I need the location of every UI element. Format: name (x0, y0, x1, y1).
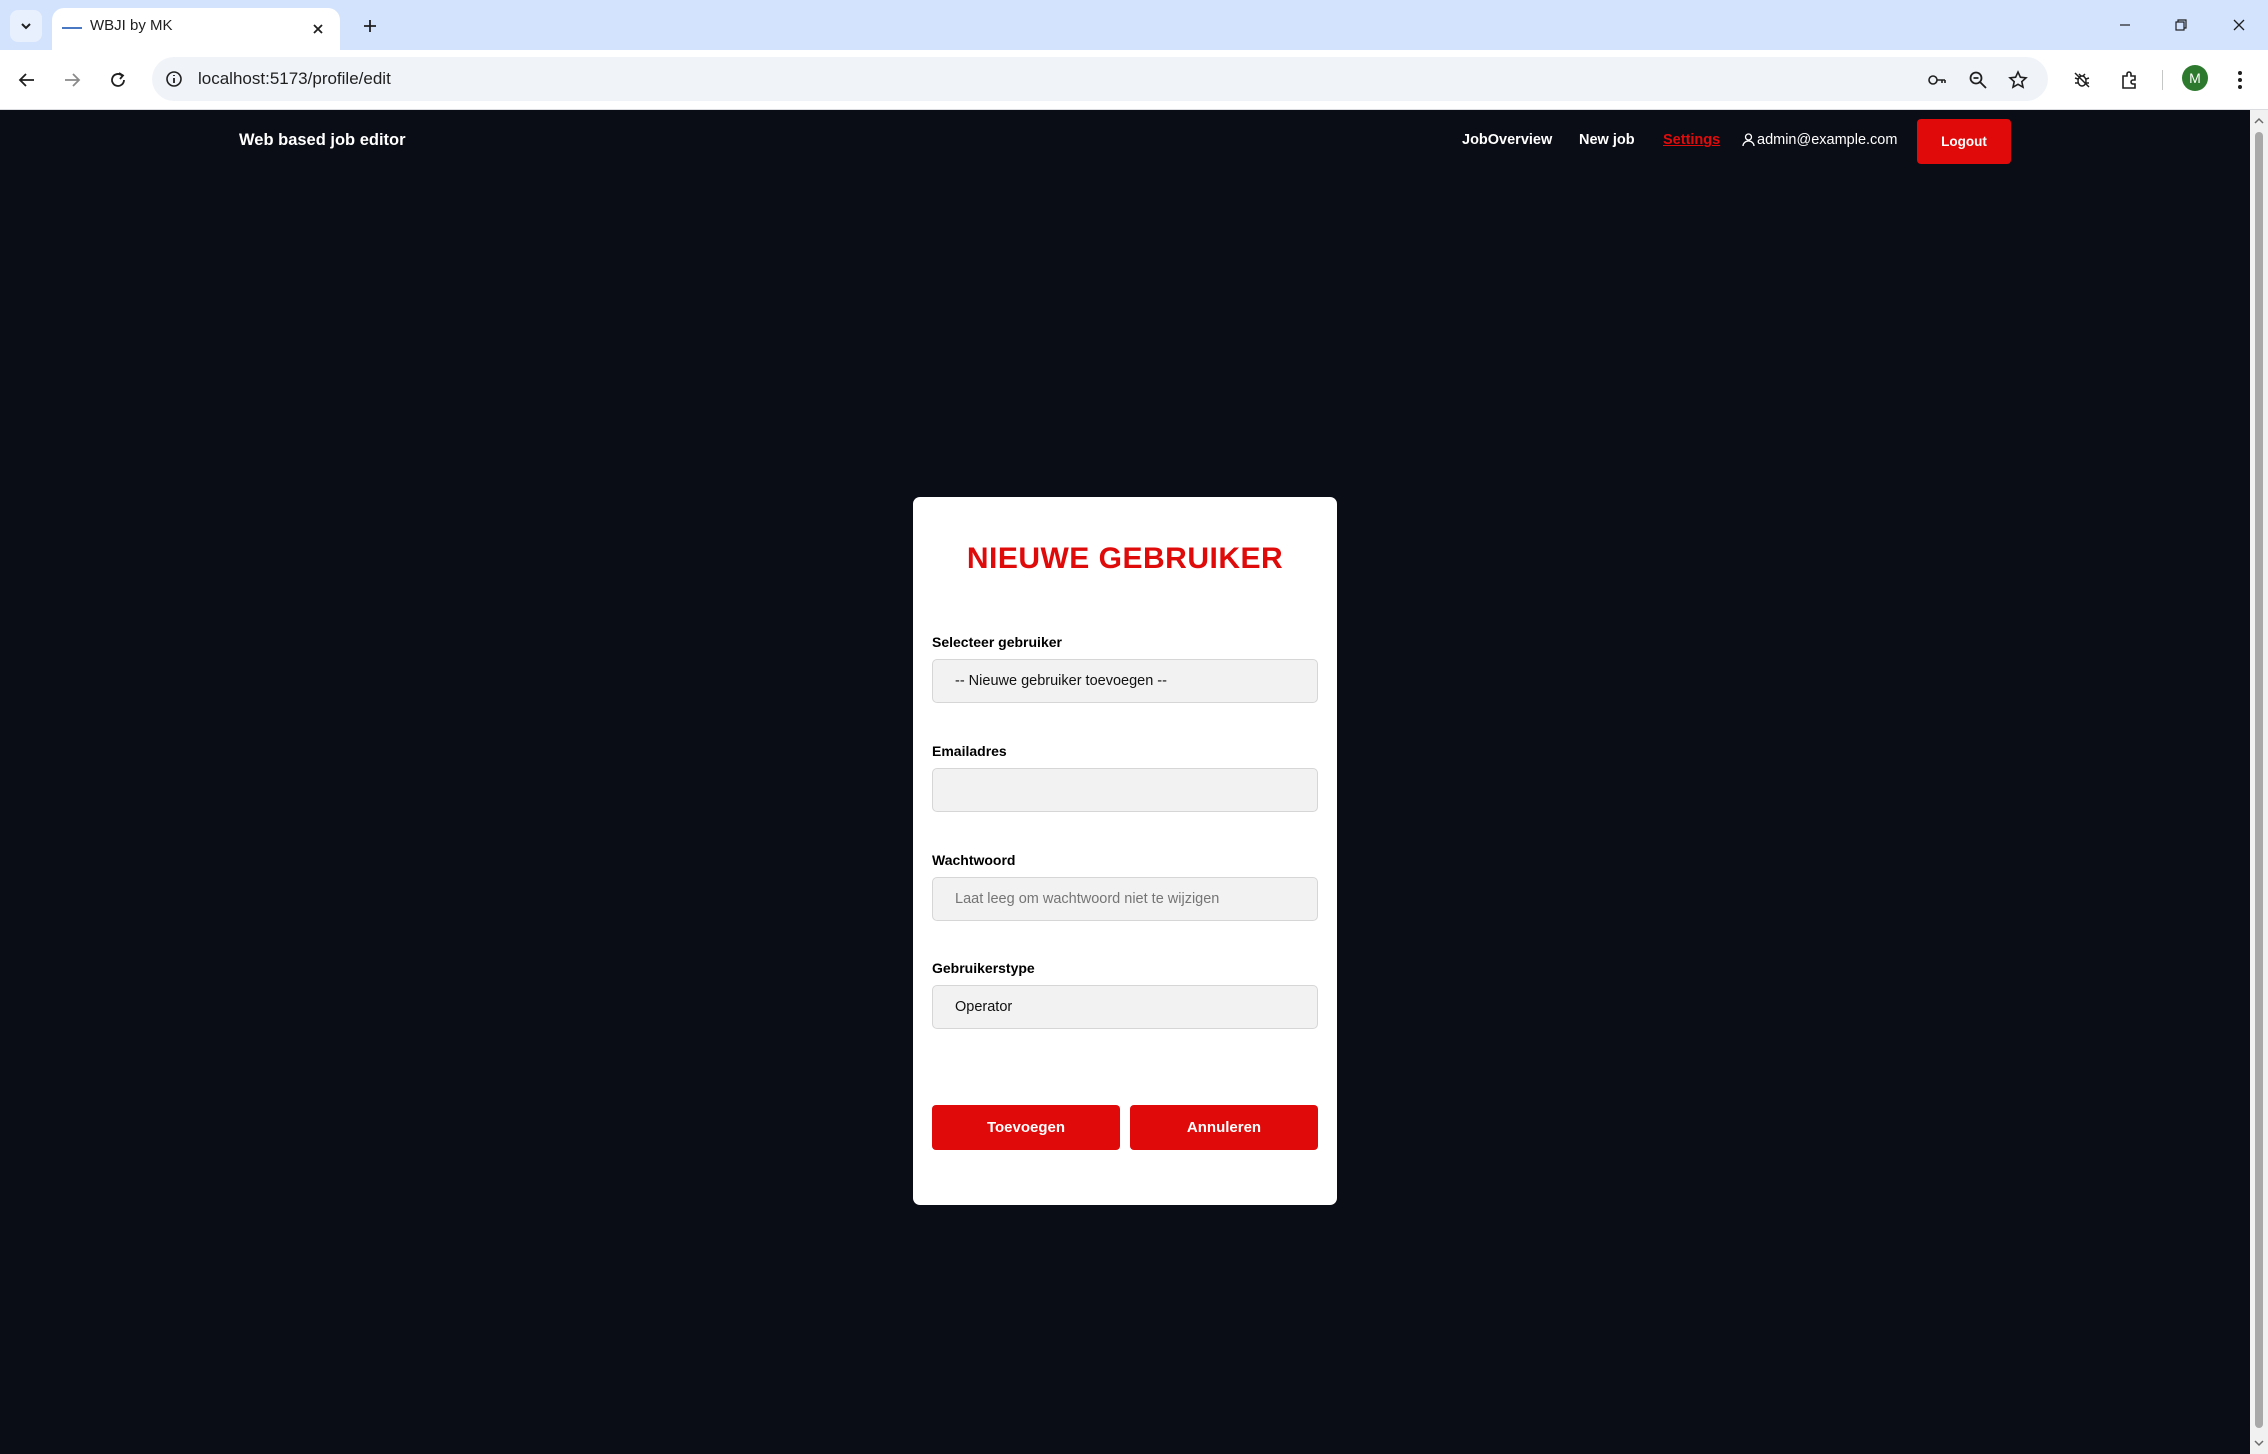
minimize-button[interactable] (2103, 10, 2147, 40)
plus-icon (364, 20, 376, 32)
tab-close-icon[interactable] (306, 17, 330, 41)
select-user-label: Selecteer gebruiker (932, 634, 1062, 650)
tab-search-button[interactable] (10, 10, 42, 42)
address-bar[interactable]: localhost:5173/profile/edit (152, 57, 2048, 101)
key-icon[interactable] (1924, 67, 1950, 93)
favicon-icon (62, 27, 82, 29)
user-type-select[interactable]: Operator (932, 985, 1318, 1029)
arrow-left-icon (18, 73, 34, 87)
restore-button[interactable] (2159, 10, 2203, 40)
nav-new-job[interactable]: New job (1579, 132, 1635, 148)
tab-title: WBJI by MK (90, 17, 173, 34)
arrow-right-icon (65, 73, 81, 87)
profile-avatar[interactable]: M (2182, 65, 2208, 91)
scroll-down-icon[interactable] (2254, 1438, 2264, 1448)
reload-icon (111, 72, 125, 87)
browser-toolbar: localhost:5173/profile/edit M (0, 50, 2268, 110)
reload-button[interactable] (102, 64, 134, 96)
page-viewport: Web based job editor JobOverview New job… (0, 110, 2250, 1454)
extension-bug-icon[interactable] (2066, 64, 2098, 96)
select-user-dropdown[interactable]: -- Nieuwe gebruiker toevoegen -- (932, 659, 1318, 703)
toolbar-separator (2162, 70, 2163, 90)
restore-icon (2175, 19, 2187, 31)
bookmark-star-icon[interactable] (2005, 67, 2031, 93)
email-label: Emailadres (932, 743, 1007, 759)
user-type-label: Gebruikerstype (932, 960, 1035, 976)
chevron-down-icon (21, 23, 31, 30)
user-email: admin@example.com (1757, 132, 1898, 148)
add-button[interactable]: Toevoegen (932, 1105, 1120, 1150)
browser-tab[interactable]: WBJI by MK (52, 8, 340, 50)
app-brand[interactable]: Web based job editor (239, 131, 406, 150)
logout-button[interactable]: Logout (1917, 119, 2011, 164)
cancel-button[interactable]: Annuleren (1130, 1105, 1318, 1150)
page-scrollbar[interactable] (2250, 110, 2268, 1454)
password-field[interactable]: Laat leeg om wachtwoord niet te wijzigen (932, 877, 1318, 921)
user-icon (1742, 133, 1755, 147)
minimize-icon (2120, 24, 2130, 26)
extensions-puzzle-icon[interactable] (2113, 64, 2145, 96)
zoom-icon[interactable] (1965, 67, 1991, 93)
password-label: Wachtwoord (932, 852, 1016, 868)
form-title: NIEUWE GEBRUIKER (966, 542, 1284, 575)
close-icon (2233, 19, 2245, 31)
scroll-thumb[interactable] (2255, 132, 2263, 1428)
menu-kebab-icon[interactable] (2224, 64, 2256, 96)
scroll-up-icon[interactable] (2254, 116, 2264, 126)
url-text[interactable]: localhost:5173/profile/edit (198, 69, 391, 89)
browser-tabstrip: WBJI by MK (0, 0, 2268, 50)
new-tab-button[interactable] (356, 12, 384, 40)
site-info-icon[interactable] (162, 67, 186, 91)
new-user-card: NIEUWE GEBRUIKER Selecteer gebruiker -- … (913, 497, 1337, 1205)
forward-button[interactable] (56, 64, 88, 96)
email-field[interactable] (932, 768, 1318, 812)
nav-user: admin@example.com (1742, 132, 1897, 148)
nav-settings[interactable]: Settings (1663, 132, 1720, 148)
back-button[interactable] (11, 64, 43, 96)
close-window-button[interactable] (2217, 10, 2261, 40)
nav-job-overview[interactable]: JobOverview (1462, 132, 1552, 148)
